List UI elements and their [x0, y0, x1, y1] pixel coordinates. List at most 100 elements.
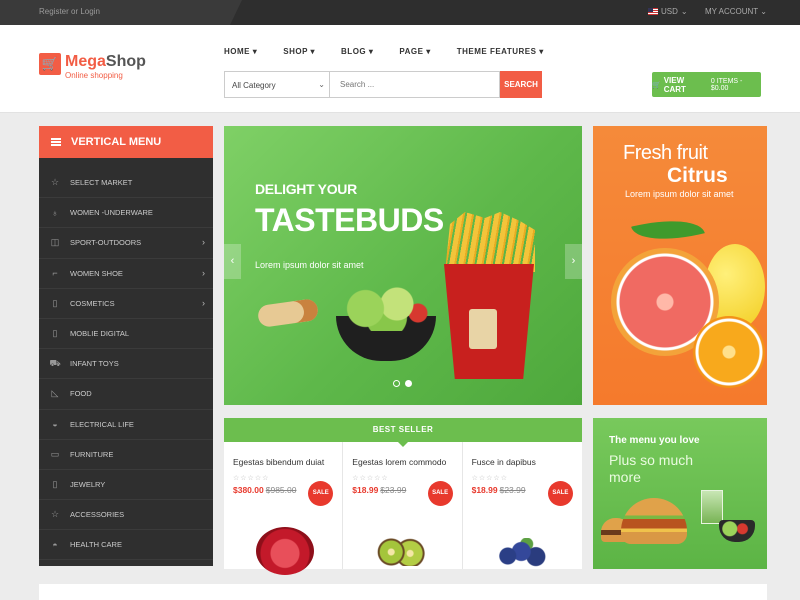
- search-button[interactable]: SEARCH: [500, 71, 542, 98]
- slider-dot-1[interactable]: [393, 380, 400, 387]
- price-current: $18.99: [471, 485, 498, 495]
- vertical-menu-header[interactable]: VERTICAL MENU: [39, 126, 213, 158]
- promo-heading: The menu you love: [609, 435, 700, 446]
- promo-subtext: Plus so much more: [609, 452, 694, 485]
- vertical-menu-item[interactable]: ☆ SELECT MARKET: [39, 168, 213, 199]
- us-flag-icon: [648, 8, 658, 15]
- salad-image: [719, 520, 755, 542]
- nav-home-label: HOME: [224, 47, 250, 56]
- product-name[interactable]: Egestas lorem commodo: [352, 457, 461, 467]
- my-account-menu[interactable]: MY ACCOUNT ⌄: [705, 7, 767, 16]
- orange-slice-image: [693, 316, 765, 388]
- vertical-menu-item[interactable]: ◫ SPORT-OUTDOORS ›: [39, 228, 213, 259]
- nav-theme-features-label: THEME FEATURES: [456, 47, 537, 56]
- slider-prev-button[interactable]: ‹: [224, 244, 241, 279]
- vertical-menu-item[interactable]: ◺ FOOD: [39, 379, 213, 410]
- leaf-image: [631, 209, 705, 251]
- chevron-right-icon: ›: [202, 267, 205, 278]
- nav-home[interactable]: HOME ▾: [224, 47, 257, 56]
- product-list: Egestas bibendum duiat ☆☆☆☆☆ $380.00 $985…: [224, 442, 582, 575]
- content-panel: [39, 584, 767, 600]
- vertical-menu-item[interactable]: ▯ MOBLIE DIGITAL: [39, 319, 213, 350]
- stroller-icon: ⛟: [49, 357, 61, 368]
- rating-stars: ☆☆☆☆☆: [352, 475, 389, 482]
- price-current: $380.00: [233, 485, 264, 495]
- vertical-menu-item-label: SPORT-OUTDOORS: [70, 238, 142, 248]
- vertical-menu-item[interactable]: ▯ COSMETICS ›: [39, 289, 213, 319]
- product-name[interactable]: Fusce in dapibus: [472, 457, 582, 467]
- star-icon: ☆: [50, 177, 60, 188]
- fries-box-image: [444, 264, 534, 379]
- main-nav: HOME ▾ SHOP ▾ BLOG ▾ PAGE ▾ THEME FEATUR…: [224, 47, 570, 56]
- wrap-food-image: [256, 297, 320, 329]
- top-bar: Register or Login USD ⌄ MY ACCOUNT ⌄: [0, 0, 800, 25]
- logo-name[interactable]: MegaShop: [65, 53, 146, 71]
- sale-badge: SALE: [547, 481, 573, 506]
- slider-dot-2[interactable]: [405, 380, 412, 387]
- product-card[interactable]: Egestas lorem commodo ☆☆☆☆☆ $18.99 $23.99…: [343, 442, 463, 569]
- view-cart-button[interactable]: 🛒 VIEW CART 0 ITEMS - $0.00: [652, 72, 761, 97]
- vertical-menu-item-label: SELECT MARKET: [70, 178, 133, 188]
- vertical-menu-item[interactable]: ⛟ INFANT TOYS: [39, 349, 213, 380]
- cup-icon: ◫: [50, 237, 60, 248]
- rating-stars: ☆☆☆☆☆: [233, 475, 270, 482]
- citrus-subtext: Lorem ipsum dolor sit amet: [625, 189, 734, 199]
- sale-badge: SALE: [308, 481, 334, 506]
- vertical-menu-item[interactable]: ♁ WOMEN -UNDERWARE: [39, 198, 213, 229]
- slider-dots: [393, 380, 412, 387]
- vertical-menu-item-label: INFANT TOYS: [70, 359, 119, 369]
- price-current: $18.99: [352, 485, 379, 495]
- vertical-menu-item[interactable]: ▭ FURNITURE: [39, 440, 213, 470]
- chevron-down-icon: ⌄: [760, 7, 767, 16]
- citrus-banner[interactable]: Fresh fruit Citrus Lorem ipsum dolor sit…: [593, 126, 767, 405]
- kiwi-image[interactable]: [375, 538, 430, 566]
- hero-slider[interactable]: DELIGHT YOUR TASTEBUDS Lorem ipsum dolor…: [224, 126, 582, 405]
- price-old: $23.99: [499, 485, 526, 495]
- vertical-menu-item-label: ACCESSORIES: [70, 510, 125, 520]
- my-account-label: MY ACCOUNT: [705, 7, 759, 16]
- nav-page[interactable]: PAGE ▾: [399, 47, 430, 56]
- vertical-menu-item[interactable]: ☆ ACCESSORIES: [39, 500, 213, 531]
- slider-next-button[interactable]: ›: [565, 244, 582, 279]
- vertical-menu-item[interactable]: ◓ HEALTH CARE: [39, 530, 213, 561]
- vertical-menu-item-label: COSMETICS: [70, 298, 115, 308]
- vertical-menu-item[interactable]: ▯ JEWELRY: [39, 470, 213, 501]
- product-card[interactable]: Egestas bibendum duiat ☆☆☆☆☆ $380.00 $985…: [224, 442, 344, 575]
- view-cart-label: VIEW CART: [663, 75, 686, 94]
- bottle-icon: ▯: [52, 478, 58, 489]
- nav-page-label: PAGE: [399, 47, 424, 56]
- search-input[interactable]: [330, 71, 500, 98]
- citrus-title: Citrus: [667, 164, 728, 187]
- chevron-down-icon: ⌄: [318, 80, 325, 89]
- slider-heading-large: TASTEBUDS: [255, 202, 444, 238]
- currency-switcher[interactable]: USD ⌄: [648, 7, 688, 16]
- vertical-menu-item[interactable]: ⌐ WOMEN SHOE ›: [39, 259, 213, 289]
- bag-icon: ◓: [52, 539, 58, 550]
- nav-shop[interactable]: SHOP ▾: [283, 47, 315, 56]
- fries-image: [445, 212, 535, 272]
- cart-logo-icon[interactable]: 🛒: [39, 53, 61, 75]
- sale-badge: SALE: [427, 481, 453, 506]
- vertical-menu-title: VERTICAL MENU: [71, 136, 162, 148]
- blueberry-image[interactable]: [496, 538, 551, 568]
- menu-promo-banner[interactable]: The menu you love Plus so much more: [593, 418, 767, 569]
- product-card[interactable]: Fusce in dapibus ☆☆☆☆☆ $18.99 $23.99 SALE: [463, 442, 582, 569]
- currency-label: USD: [661, 7, 678, 16]
- hamburger-icon: [51, 138, 61, 146]
- pot-icon: ◒: [52, 419, 58, 430]
- product-name[interactable]: Egestas bibendum duiat: [233, 457, 342, 467]
- nav-blog[interactable]: BLOG ▾: [341, 47, 373, 56]
- register-login-link[interactable]: Register or Login: [39, 7, 100, 16]
- nav-theme-features[interactable]: THEME FEATURES ▾: [457, 47, 544, 56]
- cart-summary: 0 ITEMS - $0.00: [710, 77, 743, 92]
- vertical-menu-list: ☆ SELECT MARKET ♁ WOMEN -UNDERWARE ◫ SPORT-OU…: [39, 158, 213, 561]
- category-select[interactable]: All Category ⌄: [224, 71, 330, 98]
- best-seller-title: BEST SELLER: [224, 418, 582, 447]
- slider-heading-small: DELIGHT YOUR: [255, 181, 357, 197]
- pomegranate-image[interactable]: [256, 527, 314, 575]
- vertical-menu-item-label: HEALTH CARE: [70, 540, 122, 550]
- logo-name-prefix: Mega: [65, 53, 106, 70]
- category-selected-value: All Category: [232, 81, 276, 90]
- vertical-menu-item-label: MOBLIE DIGITAL: [70, 329, 130, 339]
- vertical-menu-item[interactable]: ◒ ELECTRICAL LIFE: [39, 410, 213, 440]
